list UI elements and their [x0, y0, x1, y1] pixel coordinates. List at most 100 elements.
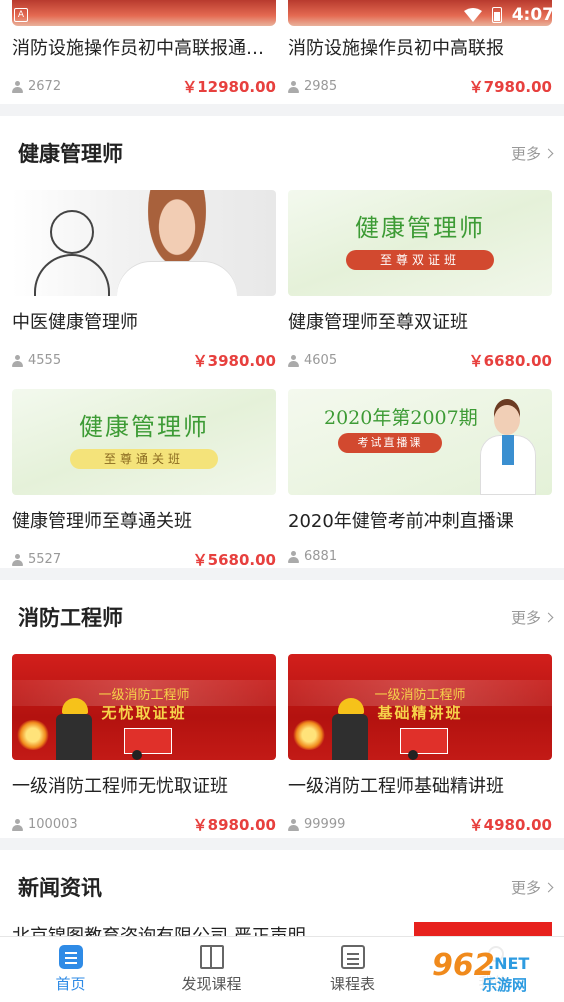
view-count: 2672	[12, 79, 61, 94]
view-count: 5527	[12, 552, 61, 567]
firefighter-illustration	[328, 698, 372, 760]
outline-figure	[50, 210, 94, 254]
thumbnail-band: 至尊双证班	[346, 250, 494, 270]
course-title: 消防设施操作员初中高联报	[288, 38, 504, 59]
more-link[interactable]: 更多	[510, 877, 554, 898]
course-card[interactable]: 2020年第2007期 考试直播课 2020年健管考前冲刺直播课 6881	[288, 389, 552, 570]
view-count-value: 2672	[28, 79, 62, 94]
view-count-value: 2985	[304, 79, 338, 94]
tab-label: 课程表	[329, 975, 375, 993]
course-thumbnail: 健康管理师 至尊通关班	[12, 389, 276, 495]
view-count: 2985	[288, 79, 337, 94]
fire-truck-illustration	[400, 728, 448, 754]
view-count-value: 5527	[28, 552, 62, 567]
course-card[interactable]: 健康管理师 至尊通关班 健康管理师至尊通关班 5527 ￥5680.00	[12, 389, 276, 570]
course-price: ￥12980.00	[182, 78, 276, 96]
health-section: 健康管理师 更多 中医健康管理师 4555 ￥3980.00 健康管理师 至尊双…	[0, 116, 564, 570]
view-count-value: 100003	[28, 817, 78, 832]
thumbnail-title: 健康管理师	[355, 214, 485, 242]
doctor-coat	[117, 262, 237, 296]
home-icon	[58, 945, 83, 969]
course-meta: 4605 ￥6680.00	[288, 350, 552, 371]
course-meta: 2985 ￥7980.00	[288, 76, 552, 97]
person-icon	[12, 553, 23, 566]
course-meta: 4555 ￥3980.00	[12, 350, 276, 371]
app-screen: A 4:07 消防设施操作员初中高联报通关... 2672 ￥12980.00 …	[0, 0, 564, 1002]
watermark-net: .NET	[488, 954, 530, 973]
site-watermark: 962 .NET 乐游网	[424, 944, 556, 996]
flame-illustration	[292, 720, 326, 750]
card-row: 健康管理师 至尊通关班 健康管理师至尊通关班 5527 ￥5680.00 202…	[0, 389, 564, 570]
course-meta: 99999 ￥4980.00	[288, 814, 552, 835]
person-icon	[288, 80, 299, 93]
course-title: 2020年健管考前冲刺直播课	[288, 511, 514, 532]
view-count: 100003	[12, 817, 78, 832]
course-card[interactable]: 一级消防工程师 基础精讲班 一级消防工程师基础精讲班 99999 ￥4980.0…	[288, 654, 552, 835]
view-count-value: 6881	[304, 549, 338, 564]
person-icon	[288, 550, 299, 563]
more-label: 更多	[510, 608, 541, 627]
person-icon	[288, 354, 299, 367]
course-card[interactable]: 健康管理师 至尊双证班 健康管理师至尊双证班 4605 ￥6680.00	[288, 190, 552, 371]
course-price: ￥7980.00	[468, 78, 552, 96]
view-count-value: 99999	[304, 817, 346, 832]
thumbnail-title: 2020年第2007期	[324, 407, 478, 429]
section-title: 新闻资讯	[18, 876, 102, 900]
status-bar: A 4:07	[0, 0, 564, 30]
tab-home[interactable]: 首页	[0, 937, 141, 1002]
course-title: 一级消防工程师基础精讲班	[288, 776, 504, 797]
status-time: 4:07	[511, 5, 554, 25]
fire-truck-illustration	[124, 728, 172, 754]
course-title: 健康管理师至尊双证班	[288, 312, 468, 333]
view-count: 99999	[288, 817, 345, 832]
section-title: 消防工程师	[18, 606, 123, 630]
battery-icon	[491, 7, 502, 23]
course-meta: 100003 ￥8980.00	[12, 814, 276, 835]
thumbnail-title: 健康管理师	[79, 413, 209, 441]
course-meta: 2672 ￥12980.00	[12, 76, 276, 97]
course-price: ￥3980.00	[192, 352, 276, 370]
news-thumbnail[interactable]	[414, 922, 552, 936]
section-header: 新闻资讯 更多	[0, 850, 564, 924]
section-header: 消防工程师 更多	[0, 580, 564, 654]
thumbnail-band: 至尊通关班	[70, 449, 218, 469]
tab-discover-courses[interactable]: 发现课程	[141, 937, 282, 1002]
watermark-text: 乐游网	[482, 976, 528, 994]
tab-schedule[interactable]: 课程表	[282, 937, 423, 1002]
course-thumbnail: 一级消防工程师 无忧取证班	[12, 654, 276, 760]
course-card[interactable]: 消防设施操作员初中高联报 2985 ￥7980.00	[288, 36, 552, 97]
course-card[interactable]: 中医健康管理师 4555 ￥3980.00	[12, 190, 276, 371]
notification-icon: A	[14, 8, 28, 22]
top-card-row: 消防设施操作员初中高联报通关... 2672 ￥12980.00 消防设施操作员…	[0, 36, 564, 97]
status-right: 4:07	[463, 5, 554, 25]
course-title: 一级消防工程师无忧取证班	[12, 776, 228, 797]
fire-section: 消防工程师 更多 一级消防工程师 无忧取证班 一级消防工程师无忧取证班 1000…	[0, 580, 564, 838]
nurse-illustration	[480, 399, 536, 495]
more-link[interactable]: 更多	[510, 607, 554, 628]
outline-figure	[34, 254, 110, 296]
more-link[interactable]: 更多	[511, 143, 554, 164]
course-card[interactable]: 一级消防工程师 无忧取证班 一级消防工程师无忧取证班 100003 ￥8980.…	[12, 654, 276, 835]
course-price: ￥8980.00	[192, 816, 276, 834]
thumbnail-band: 考试直播课	[338, 433, 442, 453]
more-label: 更多	[510, 878, 541, 897]
course-price: ￥4980.00	[468, 816, 552, 834]
course-thumbnail	[12, 190, 276, 296]
view-count-value: 4605	[304, 353, 338, 368]
course-meta: 5527 ￥5680.00	[12, 549, 276, 570]
course-thumbnail: 2020年第2007期 考试直播课	[288, 389, 552, 495]
fire-truck-wheel	[408, 750, 418, 760]
course-thumbnail: 健康管理师 至尊双证班	[288, 190, 552, 296]
firefighter-illustration	[52, 698, 96, 760]
view-count: 4555	[12, 353, 61, 368]
card-row: 一级消防工程师 无忧取证班 一级消防工程师无忧取证班 100003 ￥8980.…	[0, 654, 564, 835]
course-title: 健康管理师至尊通关班	[12, 511, 192, 532]
course-thumbnail: 一级消防工程师 基础精讲班	[288, 654, 552, 760]
schedule-icon	[340, 945, 365, 969]
wifi-icon	[463, 8, 482, 22]
course-card[interactable]: 消防设施操作员初中高联报通关... 2672 ￥12980.00	[12, 36, 276, 97]
chevron-right-icon	[543, 882, 554, 892]
course-price: ￥6680.00	[468, 352, 552, 370]
chevron-right-icon	[543, 148, 554, 158]
course-meta: 6881	[288, 549, 552, 564]
